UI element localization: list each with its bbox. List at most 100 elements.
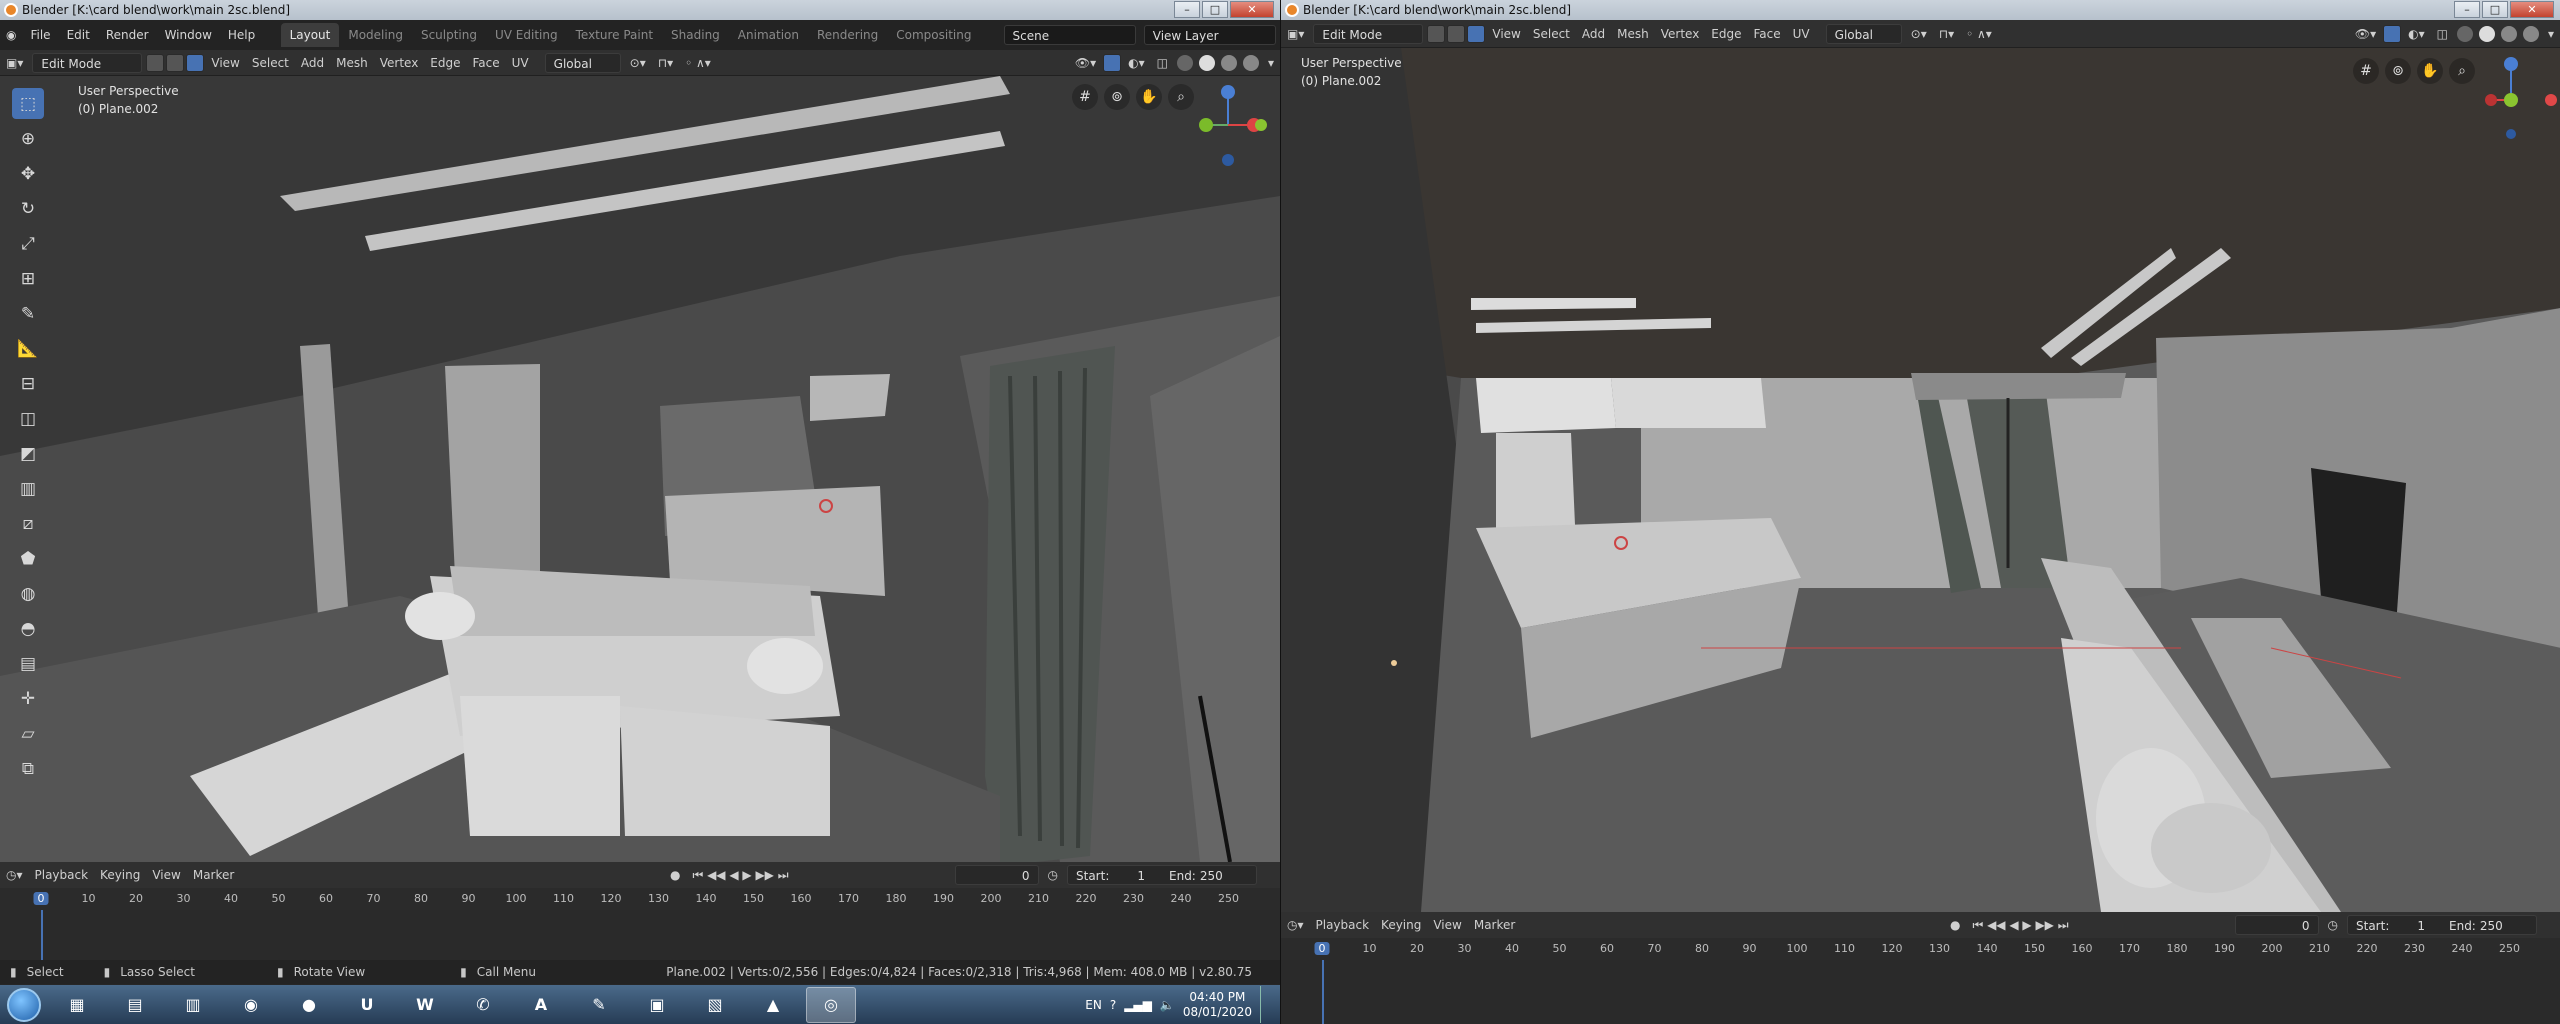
- solid-shading-icon[interactable]: [1198, 54, 1215, 71]
- extrude-tool-icon[interactable]: ⊟: [12, 368, 44, 399]
- header-add-menu[interactable]: Add: [1576, 24, 1611, 44]
- sheet-app-icon[interactable]: ▧: [690, 987, 740, 1023]
- smooth-tool-icon[interactable]: ◓: [12, 613, 44, 644]
- show-desktop-button[interactable]: [1260, 986, 1272, 1023]
- grid-view-icon[interactable]: #: [2353, 58, 2379, 84]
- header-edge-menu[interactable]: Edge: [424, 53, 466, 73]
- header-mesh-menu[interactable]: Mesh: [1611, 24, 1655, 44]
- header-add-menu[interactable]: Add: [295, 53, 330, 73]
- grid-view-icon[interactable]: #: [1072, 84, 1098, 110]
- notes-app-icon[interactable]: ▥: [168, 987, 218, 1023]
- network-icon[interactable]: ▂▄▆: [1124, 998, 1152, 1012]
- edge-select-icon[interactable]: [1447, 24, 1466, 43]
- tab-sculpting[interactable]: Sculpting: [412, 23, 486, 47]
- close-button[interactable]: ✕: [2510, 1, 2554, 18]
- visibility-icon[interactable]: 👁▾: [1069, 53, 1102, 73]
- tab-shading[interactable]: Shading: [662, 23, 729, 47]
- playhead[interactable]: [1322, 960, 1324, 1024]
- timeline-keying-menu[interactable]: Keying: [1375, 915, 1427, 935]
- minimize-button[interactable]: –: [1174, 1, 1200, 18]
- transform-tool-icon[interactable]: ⊞: [12, 263, 44, 294]
- vertex-select-icon[interactable]: [1427, 24, 1446, 43]
- left-3d-viewport[interactable]: User Perspective (0) Plane.002 ⬚ ⊕ ✥ ↻ ⤢…: [0, 76, 1280, 862]
- davinci-app-icon[interactable]: ◉: [226, 987, 276, 1023]
- knife-tool-icon[interactable]: ⧄: [12, 508, 44, 539]
- move-tool-icon[interactable]: ✥: [12, 158, 44, 189]
- gizmo-toggle-icon[interactable]: [1103, 53, 1122, 72]
- view-layer-selector[interactable]: View Layer: [1143, 25, 1276, 45]
- timeline-editor-icon[interactable]: ◷▾: [1281, 915, 1310, 935]
- solid-shading-icon[interactable]: [2478, 25, 2495, 42]
- header-vertex-menu[interactable]: Vertex: [1655, 24, 1706, 44]
- mode-dropdown[interactable]: Edit Mode: [1313, 23, 1424, 44]
- menu-edit[interactable]: Edit: [59, 28, 98, 42]
- menu-help[interactable]: Help: [220, 28, 263, 42]
- left-dopesheet-area[interactable]: [0, 910, 1280, 960]
- unreal-app-icon[interactable]: U: [342, 987, 392, 1023]
- gizmo-toggle-icon[interactable]: [2383, 24, 2402, 43]
- pivot-icon[interactable]: ⊙▾: [1905, 24, 1933, 44]
- timeline-playback-menu[interactable]: Playback: [29, 865, 95, 885]
- camera-view-icon[interactable]: ⊚: [2385, 58, 2411, 84]
- edge-slide-tool-icon[interactable]: ▤: [12, 648, 44, 679]
- minimize-button[interactable]: –: [2454, 1, 2480, 18]
- select-box-tool-icon[interactable]: ⬚: [12, 88, 44, 119]
- record-icon[interactable]: ●: [1944, 915, 1966, 935]
- wireframe-shading-icon[interactable]: [2456, 25, 2473, 42]
- blender-app-icon[interactable]: ◎: [806, 986, 856, 1023]
- playhead[interactable]: [41, 910, 43, 960]
- shading-options-icon[interactable]: ▾: [2542, 24, 2560, 44]
- left-frame-ruler[interactable]: 0 10 20 30 40 50 60 70 80 90 100 110 120 130 140 150 160…: [0, 888, 1280, 910]
- tool-app-icon[interactable]: ✎: [574, 987, 624, 1023]
- tab-modeling[interactable]: Modeling: [339, 23, 412, 47]
- header-select-menu[interactable]: Select: [246, 53, 295, 73]
- editor-type-icon[interactable]: ▣▾: [0, 53, 29, 73]
- timeline-marker-menu[interactable]: Marker: [187, 865, 240, 885]
- measure-tool-icon[interactable]: 📐: [12, 333, 44, 364]
- rendered-shading-icon[interactable]: [2522, 25, 2539, 42]
- header-edge-menu[interactable]: Edge: [1705, 24, 1747, 44]
- word-app-icon[interactable]: W: [400, 987, 450, 1023]
- orientation-dropdown[interactable]: Global: [1825, 23, 1902, 44]
- orientation-dropdown[interactable]: Global: [544, 52, 621, 73]
- close-button[interactable]: ✕: [1230, 1, 1274, 18]
- material-shading-icon[interactable]: [1220, 54, 1237, 71]
- inset-tool-icon[interactable]: ◫: [12, 403, 44, 434]
- header-vertex-menu[interactable]: Vertex: [374, 53, 425, 73]
- header-view-menu[interactable]: View: [205, 53, 245, 73]
- shear-tool-icon[interactable]: ▱: [12, 718, 44, 749]
- maximize-button[interactable]: □: [1202, 1, 1228, 18]
- overlay-icon[interactable]: ◐▾: [2402, 24, 2431, 44]
- tab-uv-editing[interactable]: UV Editing: [486, 23, 567, 47]
- help-icon[interactable]: ?: [1110, 998, 1116, 1012]
- camera-view-icon[interactable]: ⊚: [1104, 84, 1130, 110]
- vlc-app-icon[interactable]: ▲: [748, 987, 798, 1023]
- frame-range-field[interactable]: Start: 1 End: 250: [1067, 865, 1257, 885]
- tab-layout[interactable]: Layout: [280, 23, 340, 47]
- start-button[interactable]: [0, 985, 48, 1024]
- tab-compositing[interactable]: Compositing: [887, 23, 980, 47]
- header-face-menu[interactable]: Face: [1748, 24, 1787, 44]
- material-shading-icon[interactable]: [2500, 25, 2517, 42]
- mode-dropdown[interactable]: Edit Mode: [32, 52, 143, 73]
- proportional-edit-icon[interactable]: ◦ ∧▾: [1960, 24, 1998, 44]
- poly-build-tool-icon[interactable]: ⬟: [12, 543, 44, 574]
- scene-selector[interactable]: Scene: [1003, 25, 1136, 45]
- right-frame-ruler[interactable]: 0 10 20 30 40 50 60 70 80 90 100 110 120 130 140 150 160…: [1281, 938, 2560, 960]
- taskbar-clock[interactable]: 04:40 PM 08/01/2020: [1183, 990, 1252, 1020]
- overlay-icon[interactable]: ◐▾: [1122, 53, 1151, 73]
- timeline-keying-menu[interactable]: Keying: [94, 865, 146, 885]
- pan-view-icon[interactable]: ✋: [1136, 84, 1162, 110]
- rendered-shading-icon[interactable]: [1242, 54, 1259, 71]
- pivot-icon[interactable]: ⊙▾: [624, 53, 652, 73]
- rotate-tool-icon[interactable]: ↻: [12, 193, 44, 224]
- header-select-menu[interactable]: Select: [1527, 24, 1576, 44]
- screen-app-icon[interactable]: ▣: [632, 987, 682, 1023]
- shrink-fatten-tool-icon[interactable]: ✛: [12, 683, 44, 714]
- language-indicator[interactable]: EN: [1085, 998, 1102, 1012]
- cursor-tool-icon[interactable]: ⊕: [12, 123, 44, 154]
- record-icon[interactable]: ●: [664, 865, 686, 885]
- maximize-button[interactable]: □: [2482, 1, 2508, 18]
- network-app-icon[interactable]: ▦: [52, 987, 102, 1023]
- current-frame-field[interactable]: 0: [2234, 915, 2319, 935]
